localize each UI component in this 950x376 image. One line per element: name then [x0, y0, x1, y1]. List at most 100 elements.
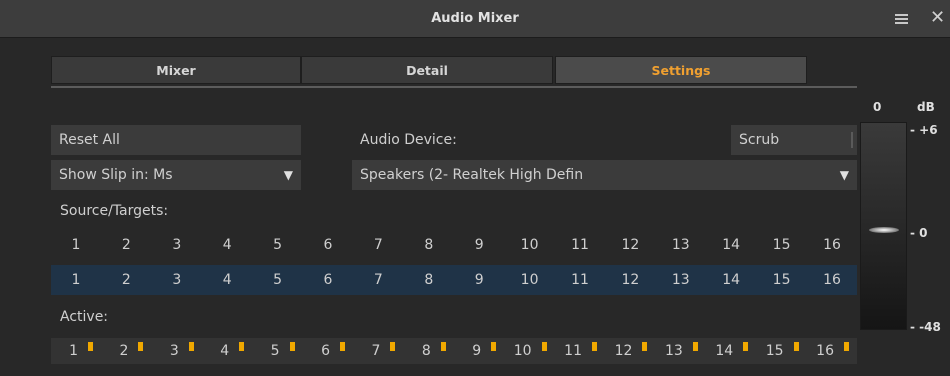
show-slip-dropdown[interactable]: Show Slip in: Ms ▼	[51, 160, 301, 190]
close-icon[interactable]: ✕	[930, 8, 945, 28]
audio-device-value: Speakers (2- Realtek High Defin	[360, 167, 584, 183]
settings-panel: Reset All Show Slip in: Ms ▼ Audio Devic…	[51, 100, 857, 370]
active-channel-number: 4	[220, 343, 230, 359]
channel-header: 6	[323, 237, 333, 253]
title-bar: Audio Mixer ✕	[0, 0, 950, 38]
active-channel-number: 13	[664, 343, 683, 359]
channel-header: 4	[222, 237, 232, 253]
active-indicator-icon	[793, 342, 799, 351]
active-toggle[interactable]: 3	[152, 338, 202, 364]
active-toggle[interactable]: 8	[404, 338, 454, 364]
tab-settings[interactable]: Settings	[555, 56, 807, 84]
active-toggle[interactable]: 12	[605, 338, 655, 364]
active-toggle[interactable]: 1	[51, 338, 101, 364]
active-channel-number: 10	[513, 343, 532, 359]
target-cell[interactable]: 7	[353, 265, 403, 295]
channel-header: 16	[823, 237, 841, 253]
target-cell[interactable]: 16	[807, 265, 857, 295]
volume-meter[interactable]	[860, 122, 907, 330]
target-cell[interactable]: 1	[51, 265, 101, 295]
target-cell[interactable]: 4	[202, 265, 252, 295]
active-indicator-icon	[239, 342, 245, 351]
active-indicator-icon	[541, 342, 547, 351]
active-channel-number: 1	[69, 343, 78, 359]
active-toggle[interactable]: 14	[706, 338, 756, 364]
menu-icon[interactable]	[895, 14, 908, 24]
channel-header: 9	[474, 237, 484, 253]
channel-header: 10	[520, 237, 539, 253]
active-indicator-icon	[340, 342, 345, 351]
active-indicator-icon	[692, 342, 698, 351]
channel-header: 15	[772, 237, 791, 253]
active-channel-number: 9	[472, 343, 482, 359]
target-cell[interactable]: 11	[555, 265, 605, 295]
active-indicator-icon	[844, 342, 849, 351]
active-toggle[interactable]: 16	[807, 338, 857, 364]
target-cell[interactable]: 10	[505, 265, 555, 295]
target-row: 1 2 3 4 5 6 7 8 9 10 11 12 13 14 15 16	[51, 265, 857, 295]
active-channel-number: 16	[816, 343, 834, 359]
active-toggle[interactable]: 4	[202, 338, 252, 364]
target-cell[interactable]: 6	[303, 265, 353, 295]
active-indicator-icon	[491, 342, 497, 351]
active-channel-number: 14	[715, 343, 734, 359]
tab-bar: Mixer Detail Settings	[51, 56, 857, 88]
active-indicator-icon	[592, 342, 597, 351]
active-toggle[interactable]: 7	[353, 338, 403, 364]
target-cell[interactable]: 12	[605, 265, 655, 295]
active-indicator-icon	[642, 342, 648, 351]
meter-tick-0: - 0	[910, 226, 928, 240]
target-cell[interactable]: 14	[706, 265, 756, 295]
active-channel-number: 8	[421, 343, 431, 359]
active-indicator-icon	[138, 342, 144, 351]
channel-header: 5	[273, 237, 283, 253]
active-toggle[interactable]: 2	[101, 338, 151, 364]
chevron-down-icon: ▼	[839, 168, 849, 182]
active-channel-number: 7	[371, 343, 381, 359]
audio-device-label: Audio Device:	[360, 132, 457, 148]
active-toggle[interactable]: 9	[454, 338, 504, 364]
active-channel-number: 11	[564, 343, 582, 359]
channel-header: 7	[373, 237, 383, 253]
target-cell[interactable]: 15	[757, 265, 807, 295]
active-indicator-icon	[88, 342, 93, 351]
active-indicator-icon	[743, 342, 749, 351]
target-cell[interactable]: 2	[101, 265, 151, 295]
target-cell[interactable]: 13	[656, 265, 706, 295]
channel-header: 2	[121, 237, 131, 253]
target-cell[interactable]: 5	[253, 265, 303, 295]
target-cell[interactable]: 3	[152, 265, 202, 295]
active-indicator-icon	[440, 342, 446, 351]
source-targets-label: Source/Targets:	[60, 203, 169, 219]
audio-device-dropdown[interactable]: Speakers (2- Realtek High Defin ▼	[352, 160, 857, 190]
meter-tick-plus6: - +6	[910, 123, 938, 137]
active-channel-number: 12	[614, 343, 633, 359]
meter-knob[interactable]	[869, 227, 899, 233]
channel-header-row: 1 2 3 4 5 6 7 8 9 10 11 12 13 14 15 16	[51, 230, 857, 260]
show-slip-value: Show Slip in: Ms	[59, 167, 173, 183]
active-indicator-icon	[289, 342, 295, 351]
active-toggle[interactable]: 11	[555, 338, 605, 364]
channel-header: 1	[71, 237, 81, 253]
active-toggle[interactable]: 6	[303, 338, 353, 364]
active-channel-number: 5	[270, 343, 280, 359]
active-toggle[interactable]: 5	[253, 338, 303, 364]
active-toggle[interactable]: 15	[757, 338, 807, 364]
reset-all-button[interactable]: Reset All	[51, 125, 301, 155]
tab-mixer[interactable]: Mixer	[51, 56, 301, 84]
active-toggle[interactable]: 13	[656, 338, 706, 364]
active-channel-number: 2	[119, 343, 129, 359]
window-title: Audio Mixer	[431, 11, 519, 26]
channel-header: 11	[571, 237, 589, 253]
meter-head-value: 0	[873, 100, 882, 114]
scrub-button[interactable]: Scrub	[731, 125, 857, 155]
channel-header: 12	[621, 237, 640, 253]
chevron-down-icon: ▼	[283, 168, 293, 182]
target-cell[interactable]: 9	[454, 265, 504, 295]
target-cell[interactable]: 8	[404, 265, 454, 295]
active-channel-number: 3	[169, 343, 179, 359]
active-label: Active:	[60, 309, 109, 325]
active-toggle[interactable]: 10	[505, 338, 555, 364]
scrub-grip-icon	[851, 132, 853, 148]
tab-detail[interactable]: Detail	[301, 56, 553, 84]
